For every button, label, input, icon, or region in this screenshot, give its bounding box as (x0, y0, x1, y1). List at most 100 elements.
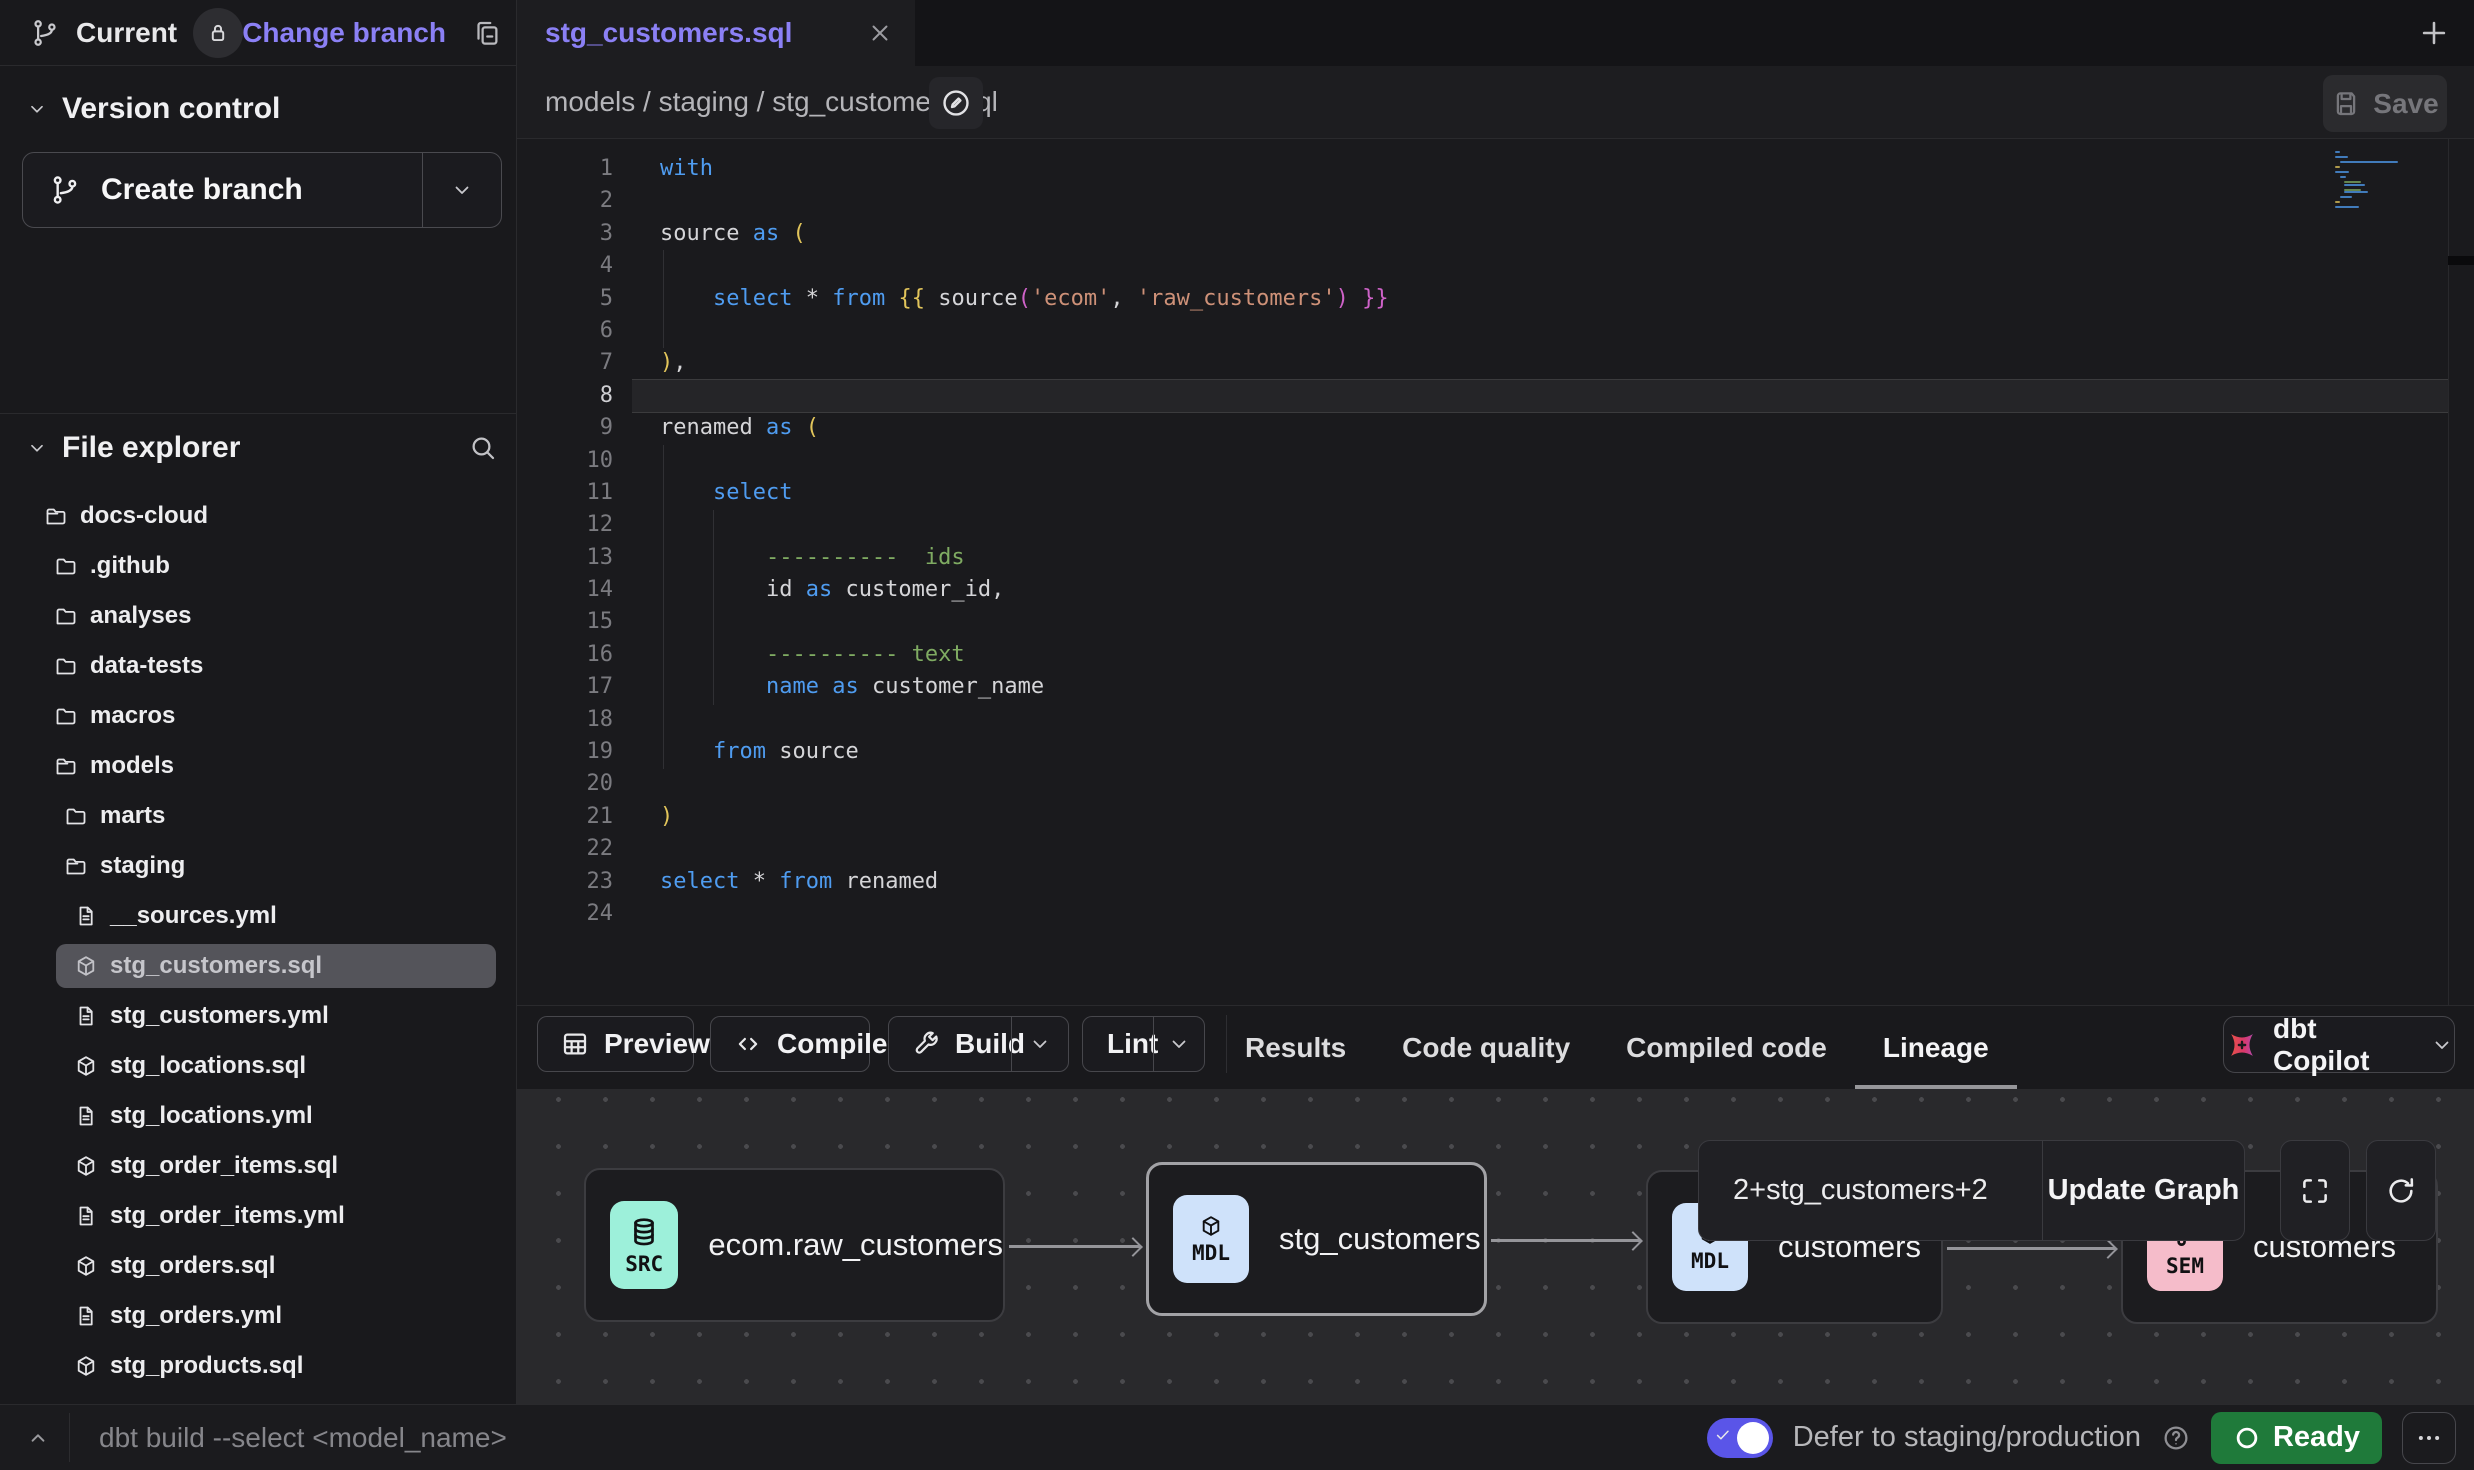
code-line-23[interactable]: 23select * from renamed (517, 866, 2474, 898)
code-line-17[interactable]: 17 name as customer_name (517, 671, 2474, 703)
tab-lineage[interactable]: Lineage (1855, 1006, 2017, 1090)
close-icon[interactable] (867, 20, 893, 46)
build-button[interactable]: Build (888, 1016, 1069, 1072)
code-line-1[interactable]: 1with (517, 153, 2474, 185)
tree-item-models[interactable]: models (0, 741, 516, 791)
divider (0, 413, 516, 414)
version-control-section[interactable]: Version control (0, 86, 516, 132)
update-graph-button[interactable]: Update Graph (2043, 1141, 2244, 1240)
tree-item-docs-cloud[interactable]: docs-cloud (0, 491, 516, 541)
help-icon[interactable] (2161, 1423, 2191, 1453)
code-line-6[interactable]: 6 (517, 315, 2474, 347)
tree-item--github[interactable]: .github (0, 541, 516, 591)
more-options-button[interactable] (2402, 1412, 2456, 1464)
copy-icon[interactable] (472, 18, 502, 48)
lint-label: Lint (1107, 1028, 1158, 1060)
code-line-2[interactable]: 2 (517, 185, 2474, 217)
lineage-filter-input[interactable]: 2+stg_customers+2 (1699, 1141, 2043, 1240)
chevron-down-icon[interactable] (1011, 1017, 1068, 1071)
minimap-line (2340, 196, 2353, 198)
tree-item-stg-order-items-sql[interactable]: stg_order_items.sql (0, 1141, 516, 1191)
file-explorer-section[interactable]: File explorer (0, 425, 516, 471)
tab-stg-customers-sql[interactable]: stg_customers.sql (517, 0, 915, 66)
search-icon[interactable] (468, 433, 498, 463)
tree-item-stg-locations-sql[interactable]: stg_locations.sql (0, 1041, 516, 1091)
code-line-4[interactable]: 4 (517, 250, 2474, 282)
tab-code-quality[interactable]: Code quality (1374, 1006, 1598, 1090)
code-text: source as ( (660, 218, 806, 250)
defer-label: Defer to staging/production (1793, 1421, 2141, 1454)
minimap[interactable] (2335, 151, 2445, 231)
dbt-copilot-button[interactable]: dbt Copilot (2223, 1016, 2455, 1073)
code-line-20[interactable]: 20 (517, 768, 2474, 800)
folder-icon (54, 554, 78, 578)
folder-open-icon (54, 754, 78, 778)
save-button[interactable]: Save (2323, 75, 2447, 132)
tree-item-macros[interactable]: macros (0, 691, 516, 741)
create-branch-label: Create branch (101, 173, 303, 207)
status-badge: Ready (2211, 1412, 2382, 1464)
code-editor[interactable]: 1with23source as (45 select * from {{ so… (517, 139, 2474, 1005)
change-branch-link[interactable]: Change branch (242, 17, 446, 49)
code-line-19[interactable]: 19 from source (517, 736, 2474, 768)
code-text: renamed as ( (660, 412, 819, 444)
code-line-21[interactable]: 21) (517, 801, 2474, 833)
tab-bar: stg_customers.sql (517, 0, 2474, 66)
tree-item-stg-customers-yml[interactable]: stg_customers.yml (0, 991, 516, 1041)
lint-button[interactable]: Lint (1082, 1016, 1205, 1072)
code-line-15[interactable]: 15 (517, 606, 2474, 638)
code-line-8[interactable]: 8 (517, 380, 2474, 412)
tree-item-stg-products-sql[interactable]: stg_products.sql (0, 1341, 516, 1391)
lineage-panel[interactable]: SRCecom.raw_customersMDLstg_customersMDL… (517, 1089, 2474, 1404)
fullscreen-icon[interactable] (2280, 1140, 2350, 1241)
code-line-16[interactable]: 16 ---------- text (517, 639, 2474, 671)
line-number: 4 (517, 250, 613, 282)
editor-toolbar: Preview Compile Build Lint ResultsCode q… (517, 1005, 2474, 1089)
tree-item--sources-yml[interactable]: __sources.yml (0, 891, 516, 941)
code-line-22[interactable]: 22 (517, 833, 2474, 865)
chevron-down-icon[interactable] (422, 153, 501, 227)
code-line-5[interactable]: 5 select * from {{ source('ecom', 'raw_c… (517, 283, 2474, 315)
tab-results[interactable]: Results (1217, 1006, 1374, 1090)
code-line-10[interactable]: 10 (517, 445, 2474, 477)
lock-icon (193, 8, 243, 58)
code-line-7[interactable]: 7), (517, 347, 2474, 379)
tree-item-staging[interactable]: staging (0, 841, 516, 891)
new-tab-button[interactable] (2410, 9, 2458, 57)
code-line-9[interactable]: 9renamed as ( (517, 412, 2474, 444)
code-line-24[interactable]: 24 (517, 898, 2474, 930)
code-line-11[interactable]: 11 select (517, 477, 2474, 509)
tree-item-stg-orders-yml[interactable]: stg_orders.yml (0, 1291, 516, 1341)
code-line-13[interactable]: 13 ---------- ids (517, 542, 2474, 574)
tree-item-stg-order-items-yml[interactable]: stg_order_items.yml (0, 1191, 516, 1241)
tree-item-stg-customers-sql[interactable]: stg_customers.sql (0, 941, 516, 991)
chevron-down-icon (26, 437, 48, 459)
command-input[interactable]: dbt build --select <model_name> (99, 1405, 507, 1470)
code-line-3[interactable]: 3source as ( (517, 218, 2474, 250)
tab-compiled-code[interactable]: Compiled code (1598, 1006, 1855, 1090)
tree-item-label: macros (90, 702, 175, 730)
tree-item-stg-orders-sql[interactable]: stg_orders.sql (0, 1241, 516, 1291)
git-branch-icon (30, 18, 60, 48)
breadcrumb-row: models / staging / stg_customers.sql Sav… (517, 66, 2474, 139)
lineage-node-stg-customers[interactable]: MDLstg_customers (1146, 1162, 1487, 1316)
compile-button[interactable]: Compile (710, 1016, 870, 1072)
preview-label: Preview (604, 1028, 710, 1060)
preview-button[interactable]: Preview (537, 1016, 694, 1072)
code-line-14[interactable]: 14 id as customer_id, (517, 574, 2474, 606)
defer-toggle[interactable] (1707, 1418, 1773, 1458)
create-branch-button[interactable]: Create branch (22, 152, 502, 228)
copilot-edit-icon[interactable] (929, 77, 983, 129)
tree-item-stg-locations-yml[interactable]: stg_locations.yml (0, 1091, 516, 1141)
chevron-up-icon[interactable] (20, 1405, 56, 1470)
refresh-icon[interactable] (2366, 1140, 2436, 1241)
chevron-down-icon[interactable] (1153, 1017, 1204, 1071)
tree-item-analyses[interactable]: analyses (0, 591, 516, 641)
code-line-12[interactable]: 12 (517, 509, 2474, 541)
minimap-line (2335, 166, 2340, 168)
tree-item-data-tests[interactable]: data-tests (0, 641, 516, 691)
tree-item-marts[interactable]: marts (0, 791, 516, 841)
lineage-node-ecom-raw-customers[interactable]: SRCecom.raw_customers (584, 1168, 1005, 1322)
code-line-18[interactable]: 18 (517, 704, 2474, 736)
save-icon (2331, 89, 2361, 119)
